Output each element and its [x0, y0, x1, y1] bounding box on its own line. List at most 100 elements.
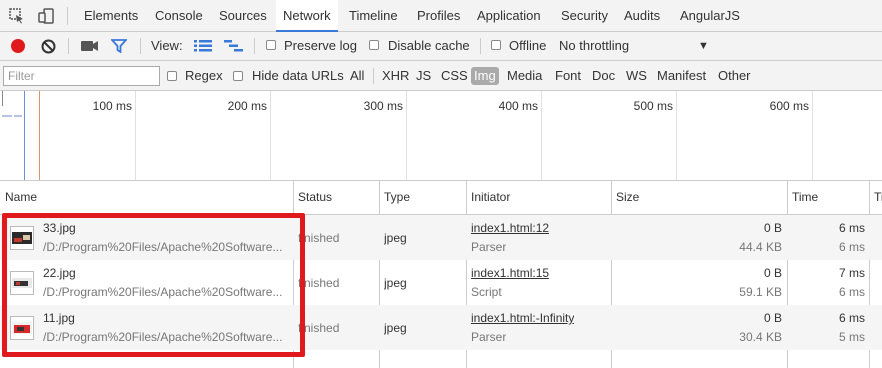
filter-type-other[interactable]: Other [718, 61, 751, 91]
tab-network[interactable]: Network [276, 0, 338, 32]
tab-angularjs[interactable]: AngularJS [673, 0, 747, 31]
filter-bar: Regex Hide data URLs All XHR JS CSS Img … [0, 61, 882, 91]
overview-tick-label: 400 ms [498, 99, 538, 113]
toolbar-separator [140, 38, 141, 54]
hide-data-urls-label: Hide data URLs [252, 68, 344, 83]
request-type: jpeg [384, 276, 407, 290]
request-size: 0 B [763, 266, 782, 280]
filter-type-img[interactable]: Img [471, 67, 499, 85]
overview-gridline [541, 91, 542, 180]
offline-label: Offline [509, 38, 547, 53]
overview-tick-label: 300 ms [363, 99, 403, 113]
tab-audits[interactable]: Audits [617, 0, 667, 31]
tab-console[interactable]: Console [148, 0, 210, 31]
tab-security[interactable]: Security [554, 0, 615, 31]
filter-type-media[interactable]: Media [507, 61, 542, 91]
column-header-time[interactable]: Time [787, 181, 869, 214]
initiator-link[interactable]: index1.html:15 [471, 266, 549, 280]
devtools-tabbar: Elements Console Sources Network Timelin… [0, 0, 882, 32]
request-latency: 6 ms [838, 240, 865, 254]
tab-timeline[interactable]: Timeline [342, 0, 405, 31]
overview-tick-label: 100 ms [92, 99, 132, 113]
overview-tick-label: 500 ms [633, 99, 673, 113]
inspect-element-icon[interactable] [9, 8, 25, 27]
filter-type-font[interactable]: Font [555, 61, 581, 91]
overview-request-bar [2, 91, 3, 106]
highlight-box [2, 213, 305, 357]
offline-checkbox[interactable] [491, 40, 501, 50]
video-camera-icon[interactable] [81, 40, 99, 55]
column-header-timeline[interactable]: Ti [869, 181, 882, 214]
device-toolbar-icon[interactable] [38, 8, 54, 27]
column-header-type[interactable]: Type [379, 181, 466, 214]
disable-cache-label: Disable cache [388, 38, 470, 53]
initiator-type: Parser [471, 330, 507, 344]
tab-profiles[interactable]: Profiles [410, 0, 467, 31]
request-status: finished [298, 321, 340, 335]
chevron-down-icon[interactable]: ▼ [698, 32, 709, 60]
overview-request-bar [2, 115, 12, 117]
disable-cache-checkbox[interactable] [369, 40, 379, 50]
filter-type-all[interactable]: All [350, 61, 364, 91]
overview-gridline [812, 91, 813, 180]
regex-label: Regex [185, 68, 223, 83]
request-time: 7 ms [838, 266, 865, 280]
overview-tick-label: 200 ms [227, 99, 267, 113]
tab-sources[interactable]: Sources [212, 0, 274, 31]
domcontentloaded-marker [24, 91, 25, 180]
request-type: jpeg [384, 231, 407, 245]
requests-table-header: Name Status Type Initiator Size Time Ti [0, 181, 882, 215]
filter-type-manifest[interactable]: Manifest [657, 61, 706, 91]
column-header-name[interactable]: Name [0, 181, 293, 214]
overview-waterfall-icon[interactable] [224, 40, 243, 55]
request-time: 6 ms [838, 311, 865, 325]
toolbar-separator [480, 38, 481, 54]
preserve-log-label: Preserve log [284, 38, 357, 53]
overview-gridline [135, 91, 136, 180]
filter-type-ws[interactable]: WS [626, 61, 647, 91]
preserve-log-checkbox[interactable] [266, 40, 276, 50]
tab-elements[interactable]: Elements [77, 0, 145, 31]
clear-icon[interactable] [41, 39, 56, 57]
throttling-select[interactable]: No throttling [559, 32, 629, 60]
regex-checkbox[interactable] [167, 71, 177, 81]
overview-gridline [270, 91, 271, 180]
overview-gridline [676, 91, 677, 180]
initiator-link[interactable]: index1.html:-Infinity [471, 311, 574, 325]
column-header-initiator[interactable]: Initiator [466, 181, 611, 214]
request-status: finished [298, 231, 340, 245]
request-status: finished [298, 276, 340, 290]
filter-type-css[interactable]: CSS [441, 61, 468, 91]
overview-request-bar [14, 115, 22, 117]
hide-data-urls-checkbox[interactable] [233, 71, 243, 81]
filter-input[interactable] [3, 66, 160, 86]
network-toolbar: View: Preserve log Disable cache Offline… [0, 32, 882, 61]
filter-type-doc[interactable]: Doc [592, 61, 615, 91]
load-marker [39, 91, 40, 180]
large-request-rows-icon[interactable] [194, 40, 212, 55]
filter-separator [373, 68, 374, 84]
column-header-status[interactable]: Status [293, 181, 379, 214]
overview-tick-label: 600 ms [769, 99, 809, 113]
request-content-size: 59.1 KB [739, 285, 782, 299]
request-content-size: 44.4 KB [739, 240, 782, 254]
tab-application[interactable]: Application [470, 0, 548, 31]
timeline-overview[interactable]: 100 ms 200 ms 300 ms 400 ms 500 ms 600 m… [0, 91, 882, 181]
initiator-type: Parser [471, 240, 507, 254]
initiator-type: Script [471, 285, 502, 299]
request-time: 6 ms [838, 221, 865, 235]
request-size: 0 B [763, 221, 782, 235]
request-size: 0 B [763, 311, 782, 325]
request-type: jpeg [384, 321, 407, 335]
toolbar-separator [254, 38, 255, 54]
overview-gridline [406, 91, 407, 180]
initiator-link[interactable]: index1.html:12 [471, 221, 549, 235]
filter-type-xhr[interactable]: XHR [382, 61, 409, 91]
record-icon[interactable] [11, 39, 25, 53]
tab-separator [67, 7, 68, 25]
request-latency: 6 ms [838, 285, 865, 299]
request-content-size: 30.4 KB [739, 330, 782, 344]
filter-type-js[interactable]: JS [416, 61, 431, 91]
column-header-size[interactable]: Size [611, 181, 787, 214]
filter-funnel-icon[interactable] [109, 39, 129, 56]
